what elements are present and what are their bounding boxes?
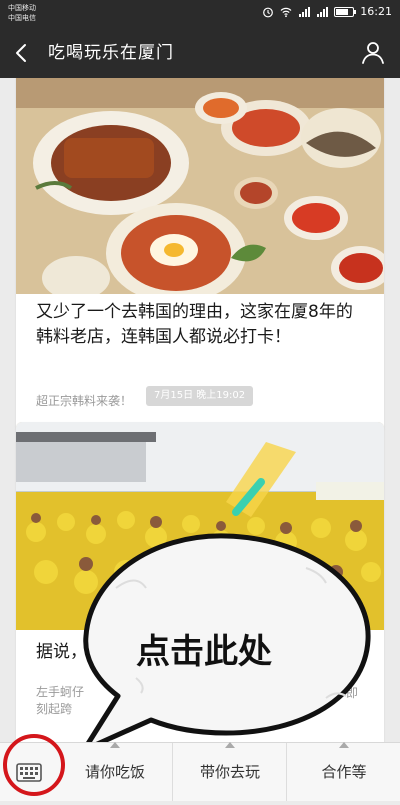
menu-item-cooperate[interactable]: 合作等 [286, 742, 400, 801]
carrier-2: 中国电信 [8, 14, 36, 22]
caret-up-icon [225, 742, 235, 748]
article-subtitle: 超正宗韩料来袭！ [36, 394, 133, 408]
highlight-circle [3, 734, 65, 796]
food-illustration [16, 78, 384, 294]
menu-item-label: 带你去玩 [199, 763, 260, 781]
caret-up-icon [110, 742, 120, 748]
page-title: 吃喝玩乐在厦门 [48, 43, 174, 63]
caret-up-icon [339, 742, 349, 748]
clock: 16:21 [360, 5, 392, 18]
menu-item-eat[interactable]: 请你吃饭 [58, 742, 172, 801]
signal-icon-1 [299, 6, 311, 17]
signal-icon-2 [317, 6, 329, 17]
battery-icon [334, 6, 357, 17]
carrier-1: 中国移动 [8, 4, 36, 12]
carrier-info: 中国移动 中国电信 [8, 3, 36, 23]
article-card-korean-food[interactable]: 又少了一个去韩国的理由，这家在厦8年的韩料老店，连韩国人都说必打卡！ 超正宗韩料… [16, 78, 384, 432]
tap-hint-bubble: 点击此处 [76, 528, 386, 758]
message-timestamp: 7月15日 晚上19:02 [146, 386, 254, 406]
chat-header: 吃喝玩乐在厦门 [0, 28, 400, 78]
back-arrow-icon[interactable] [10, 41, 34, 65]
status-bar: 中国移动 中国电信 16:21 [0, 0, 400, 28]
food-image [16, 78, 384, 294]
article-title[interactable]: 又少了一个去韩国的理由，这家在厦8年的韩料老店，连韩国人都说必打卡！ [36, 300, 366, 350]
alarm-icon [263, 7, 274, 17]
profile-icon[interactable] [360, 39, 386, 65]
tap-here-label: 点击此处 [136, 632, 272, 672]
status-icons: 16:21 [262, 5, 392, 18]
wifi-icon [280, 7, 292, 17]
menu-item-label: 请你吃饭 [84, 763, 145, 781]
menu-item-play[interactable]: 带你去玩 [172, 742, 287, 801]
menu-item-label: 合作等 [321, 763, 367, 781]
